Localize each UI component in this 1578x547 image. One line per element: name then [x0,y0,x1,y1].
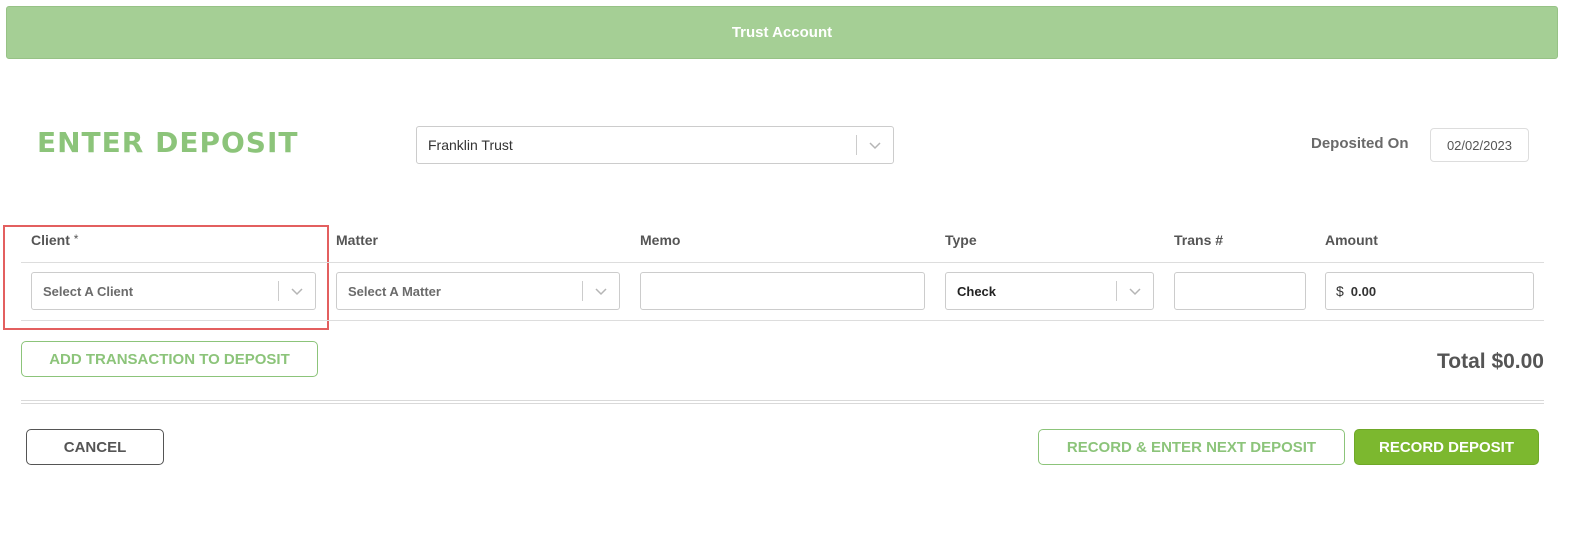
client-header-label: Client [31,232,70,248]
column-header-matter: Matter [336,232,379,248]
column-header-trans: Trans # [1174,232,1224,248]
client-select-placeholder: Select A Client [43,283,134,299]
column-header-memo: Memo [640,232,681,248]
chevron-down-icon[interactable] [1117,273,1153,309]
matter-select[interactable]: Select A Matter [336,272,620,310]
row-divider [21,320,1544,321]
chevron-down-icon[interactable] [583,273,619,309]
chevron-down-icon[interactable] [857,127,893,163]
page-title: ENTER DEPOSIT [37,126,299,159]
currency-symbol: $ [1336,283,1344,299]
record-and-next-button[interactable]: RECORD & ENTER NEXT DEPOSIT [1038,429,1345,465]
column-header-amount: Amount [1325,232,1378,248]
trust-account-value: Franklin Trust [428,137,513,153]
trust-account-select[interactable]: Franklin Trust [416,126,894,164]
chevron-down-icon[interactable] [279,273,315,309]
cancel-button[interactable]: CANCEL [26,429,164,465]
add-transaction-button[interactable]: ADD TRANSACTION TO DEPOSIT [21,341,318,377]
deposit-date-input[interactable]: 02/02/2023 [1430,128,1529,162]
type-select-value: Check [957,283,997,299]
trust-account-banner: Trust Account [6,6,1558,59]
banner-title: Trust Account [731,24,833,41]
record-deposit-button[interactable]: RECORD DEPOSIT [1354,429,1539,465]
column-header-type: Type [945,232,977,248]
type-select[interactable]: Check [945,272,1154,310]
memo-input[interactable] [640,272,925,310]
client-select[interactable]: Select A Client [31,272,316,310]
amount-input[interactable]: $ 0.00 [1325,272,1534,310]
trans-number-input[interactable] [1174,272,1306,310]
deposit-total: Total $0.00 [1437,350,1544,373]
matter-select-placeholder: Select A Matter [348,283,441,299]
header-divider [21,262,1544,263]
section-divider [21,400,1544,404]
required-marker: * [73,232,79,246]
amount-value: 0.00 [1350,283,1377,299]
deposited-on-label: Deposited On [1311,135,1409,152]
column-header-client: Client * [31,232,78,248]
